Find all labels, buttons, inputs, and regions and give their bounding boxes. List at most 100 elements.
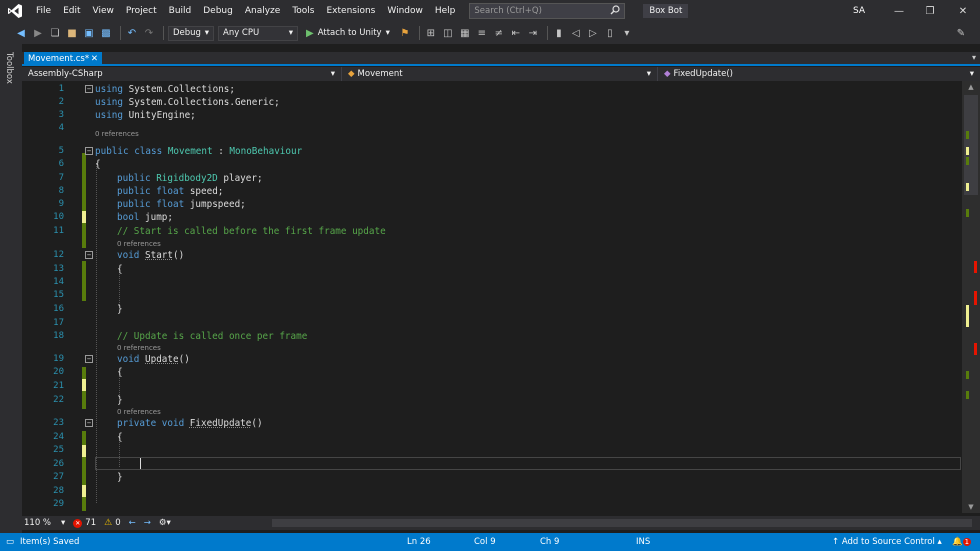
line-number: 4 — [58, 123, 64, 133]
code-line: 8 public float speed; — [22, 185, 962, 198]
undo-icon[interactable]: ↶ — [125, 26, 139, 40]
save-all-icon[interactable]: ▩ — [99, 26, 113, 40]
warning-count-value: 0 — [115, 518, 121, 528]
outdent-icon[interactable]: ⇥ — [526, 26, 540, 40]
vertical-scrollbar[interactable]: ▲ ▼ — [962, 81, 980, 513]
code-line: 14 — [22, 276, 962, 289]
code-line: 28 — [22, 485, 962, 498]
editor-status-bar: 110 % ▾ ✕ 71 ⚠ 0 ← → ⚙▾ — [22, 516, 980, 530]
save-icon[interactable]: ▣ — [82, 26, 96, 40]
user-avatar[interactable]: SA — [850, 3, 868, 19]
error-count[interactable]: ✕ 71 — [73, 518, 96, 528]
toolbar-overflow-icon[interactable]: ▾ — [620, 26, 634, 40]
menu-item-build[interactable]: Build — [163, 0, 198, 22]
code-token: UnityEngine; — [128, 110, 196, 121]
comment-icon[interactable]: ≡ — [475, 26, 489, 40]
new-project-icon[interactable]: ❏ — [48, 26, 62, 40]
code-editor[interactable]: 0 references 0 references 0 references 0 re… — [22, 81, 962, 513]
close-icon[interactable]: ✕ — [91, 54, 98, 64]
search-placeholder: Search (Ctrl+Q) — [474, 6, 542, 16]
menu-item-window[interactable]: Window — [381, 0, 429, 22]
line-number: 19 — [53, 354, 64, 364]
solution-explorer-icon[interactable]: ⊞ — [424, 26, 438, 40]
keyword-token: public — [117, 173, 151, 184]
tab-overflow-icon[interactable]: ▾ — [972, 53, 976, 62]
warning-count[interactable]: ⚠ 0 — [104, 518, 121, 528]
bookmark-icon[interactable]: ▮ — [552, 26, 566, 40]
compare-icon[interactable]: ▦ — [458, 26, 472, 40]
class-dropdown[interactable]: ◆ Movement ▾ — [342, 67, 658, 81]
collapse-icon[interactable]: − — [85, 251, 93, 259]
minimize-icon[interactable]: — — [884, 0, 914, 22]
code-text: // Start is called before the first fram… — [117, 225, 386, 238]
code-line: 26 — [22, 458, 962, 471]
error-icon: ✕ — [73, 518, 83, 528]
keyword-token: public — [95, 146, 129, 157]
code-line: 4 — [22, 122, 962, 135]
code-line: 6{ — [22, 158, 962, 171]
code-token: } — [117, 304, 123, 315]
horizontal-scrollbar[interactable] — [272, 519, 972, 527]
notifications-button[interactable]: 🔔 1 — [952, 533, 972, 551]
menu-item-edit[interactable]: Edit — [57, 0, 86, 22]
toolbox-tab[interactable]: Toolbox — [4, 52, 14, 84]
indent-icon[interactable]: ⇤ — [509, 26, 523, 40]
scroll-up-icon[interactable]: ▲ — [962, 81, 980, 93]
menu-item-extensions[interactable]: Extensions — [321, 0, 382, 22]
code-token: speed; — [189, 186, 224, 197]
scrollbar-marker — [966, 391, 969, 399]
visual-studio-logo-icon[interactable] — [0, 0, 30, 22]
live-share-icon[interactable]: ✎ — [954, 26, 968, 40]
menu-item-project[interactable]: Project — [120, 0, 163, 22]
platform-dropdown[interactable]: Any CPU ▾ — [218, 25, 298, 41]
search-input[interactable]: Search (Ctrl+Q) — [469, 3, 626, 19]
source-control-button[interactable]: ↑ Add to Source Control ▴ — [832, 533, 942, 551]
scroll-down-icon[interactable]: ▼ — [962, 501, 980, 513]
menu-item-help[interactable]: Help — [429, 0, 462, 22]
codelens-references[interactable]: 0 references — [117, 239, 161, 249]
configuration-dropdown[interactable]: Debug ▾ — [168, 25, 214, 41]
collapse-icon[interactable]: − — [85, 147, 93, 155]
project-dropdown[interactable]: Assembly-CSharp ▾ — [22, 67, 342, 81]
forward-icon[interactable]: ▶ — [31, 26, 45, 40]
menu-item-tools[interactable]: Tools — [286, 0, 320, 22]
member-dropdown[interactable]: ◆ FixedUpdate() ▾ — [658, 67, 980, 81]
previous-issue-icon[interactable]: ← — [129, 518, 136, 528]
close-icon[interactable]: ✕ — [948, 0, 978, 22]
tab-movement-cs[interactable]: Movement.cs* ✕ — [24, 52, 102, 66]
code-line: 25 — [22, 444, 962, 457]
codelens-references[interactable]: 0 references — [117, 343, 161, 353]
code-cleanup-icon[interactable]: ⚙▾ — [159, 518, 171, 528]
class-view-icon[interactable]: ◫ — [441, 26, 455, 40]
line-number: 26 — [53, 459, 64, 469]
back-icon[interactable]: ◀ — [14, 26, 28, 40]
clear-bookmarks-icon[interactable]: ▯ — [603, 26, 617, 40]
line-number: 12 — [53, 250, 64, 260]
column-indicator: Col 9 — [474, 537, 496, 547]
code-text: { — [95, 158, 101, 171]
collapse-icon[interactable]: − — [85, 85, 93, 93]
restore-icon[interactable]: ❐ — [915, 0, 945, 22]
next-issue-icon[interactable]: → — [144, 518, 151, 528]
keyword-token: class — [134, 146, 163, 157]
zoom-dropdown[interactable]: 110 % ▾ — [24, 518, 65, 528]
next-bookmark-icon[interactable]: ▷ — [586, 26, 600, 40]
scrollbar-thumb[interactable] — [964, 95, 978, 195]
code-text: void Start() — [117, 249, 184, 262]
uncomment-icon[interactable]: ≠ — [492, 26, 506, 40]
scrollbar-marker — [966, 131, 969, 139]
browser-link-icon[interactable]: ⚑ — [398, 26, 412, 40]
attach-to-unity-button[interactable]: ▶ Attach to Unity ▾ — [306, 28, 390, 39]
prev-bookmark-icon[interactable]: ◁ — [569, 26, 583, 40]
bell-icon: 🔔 — [952, 537, 963, 547]
menu-item-file[interactable]: File — [30, 0, 57, 22]
codelens-references[interactable]: 0 references — [117, 407, 161, 417]
open-folder-icon[interactable]: ■ — [65, 26, 79, 40]
menu-item-analyze[interactable]: Analyze — [239, 0, 286, 22]
menu-item-debug[interactable]: Debug — [197, 0, 239, 22]
collapse-icon[interactable]: − — [85, 355, 93, 363]
menu-item-view[interactable]: View — [87, 0, 120, 22]
redo-icon[interactable]: ↷ — [142, 26, 156, 40]
collapse-icon[interactable]: − — [85, 419, 93, 427]
code-token: jumpspeed; — [189, 199, 246, 210]
